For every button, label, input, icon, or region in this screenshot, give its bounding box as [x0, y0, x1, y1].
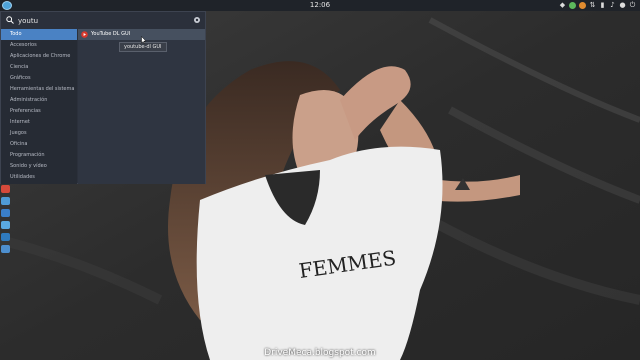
app-icon[interactable]	[579, 2, 586, 9]
search-bar	[1, 12, 205, 29]
dock-app-files-icon[interactable]	[1, 221, 10, 229]
system-tray: ◆ ⇅ ▮ ♪ ● ⏻	[559, 1, 636, 10]
category-aplicaciones-de-chrome[interactable]: Aplicaciones de Chrome	[1, 51, 77, 62]
battery-icon[interactable]: ▮	[599, 2, 606, 9]
category-herramientas-del-sistema[interactable]: Herramientas del sistema	[1, 84, 77, 95]
search-icon	[6, 16, 14, 24]
category-utilidades[interactable]: Utilidades	[1, 172, 77, 183]
category-sonido-y-video[interactable]: Sonido y vídeo	[1, 161, 77, 172]
network-icon[interactable]: ⇅	[589, 2, 596, 9]
dock-app-store-icon[interactable]	[1, 233, 10, 241]
category-todo[interactable]: Todo	[1, 29, 77, 40]
dock-app-settings-icon[interactable]	[1, 245, 10, 253]
dock-app-filezilla-icon[interactable]	[1, 185, 10, 193]
category-graficos[interactable]: Gráficos	[1, 73, 77, 84]
top-panel: 12:06 ◆ ⇅ ▮ ♪ ● ⏻	[0, 0, 640, 11]
youtube-dl-icon	[81, 31, 88, 38]
results-list: YouTube DL GUI	[78, 29, 205, 184]
watermark: DriveMeca.blogspot.com	[264, 348, 376, 358]
mouse-cursor-icon	[141, 36, 147, 44]
category-juegos[interactable]: Juegos	[1, 128, 77, 139]
settings-icon[interactable]	[193, 16, 201, 24]
left-dock	[0, 184, 12, 270]
clock[interactable]: 12:06	[0, 1, 640, 10]
category-internet[interactable]: Internet	[1, 117, 77, 128]
category-ciencia[interactable]: Ciencia	[1, 62, 77, 73]
search-input[interactable]	[18, 15, 168, 26]
result-label: YouTube DL GUI	[91, 31, 131, 37]
volume-icon[interactable]: ♪	[609, 2, 616, 9]
category-administracion[interactable]: Administración	[1, 95, 77, 106]
category-preferencias[interactable]: Preferencias	[1, 106, 77, 117]
power-icon[interactable]: ⏻	[629, 2, 636, 9]
category-oficina[interactable]: Oficina	[1, 139, 77, 150]
category-accesorios[interactable]: Accesorios	[1, 40, 77, 51]
dropbox-icon[interactable]: ◆	[559, 2, 566, 9]
category-list: Todo Accesorios Aplicaciones de Chrome C…	[1, 29, 77, 184]
chrome-icon[interactable]	[569, 2, 576, 9]
notification-icon[interactable]: ●	[619, 2, 626, 9]
dock-app-browser-icon[interactable]	[1, 197, 10, 205]
app-launcher: Todo Accesorios Aplicaciones de Chrome C…	[0, 11, 206, 184]
dock-app-mail-icon[interactable]	[1, 209, 10, 217]
category-programacion[interactable]: Programación	[1, 150, 77, 161]
